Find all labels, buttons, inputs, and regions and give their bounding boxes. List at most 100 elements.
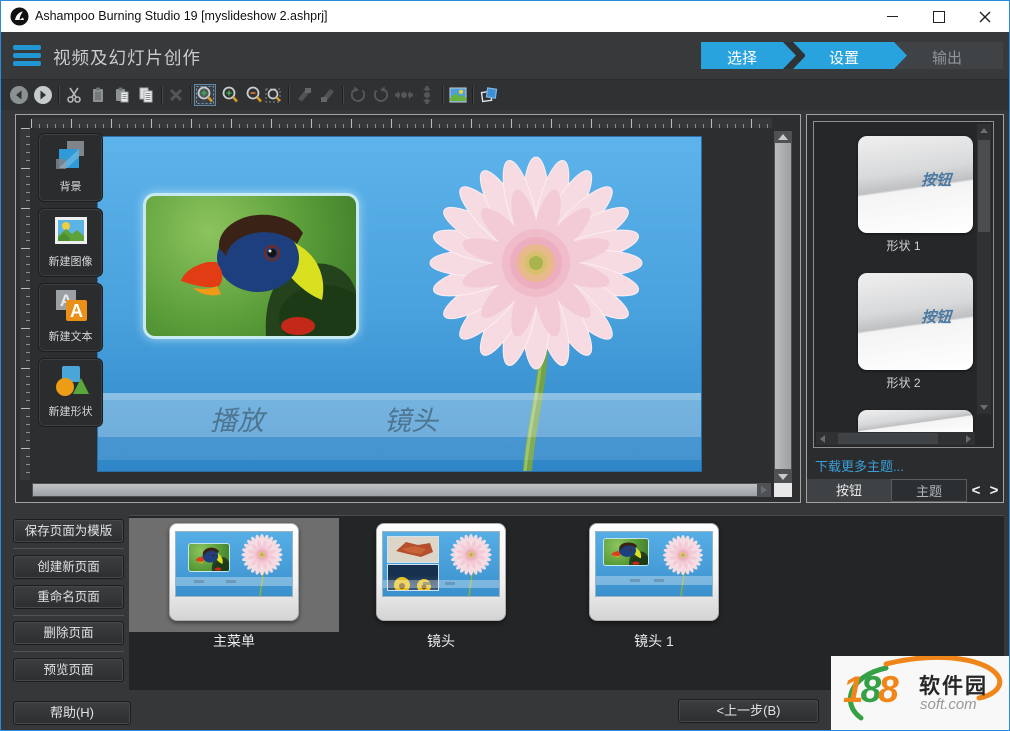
save-page-as-template-button[interactable]: 保存页面为模版 (13, 519, 124, 543)
tool-background-button[interactable]: 背景 (38, 133, 103, 202)
page-preview (595, 531, 713, 597)
page-label: 主菜单 (169, 631, 299, 651)
shape-item-3-partial[interactable] (858, 410, 973, 434)
shapes-panel: 按钮 形状 1 按钮 形状 2 下载更多主题... 按钮 主题 < (806, 114, 1004, 503)
shape-preview-text: 按钮 (921, 169, 951, 190)
maximize-button[interactable] (916, 1, 962, 32)
theme-tabs: 按钮 主题 < > (807, 479, 1003, 502)
rotate-left-button[interactable] (347, 84, 369, 106)
scroll-down-icon[interactable] (778, 474, 788, 480)
menu-hamburger-icon[interactable] (13, 45, 41, 67)
mini-parrot-image (188, 543, 230, 572)
horizontal-scroll-thumb[interactable] (33, 484, 757, 496)
forward-icon (33, 85, 53, 105)
slide-image-parrot[interactable] (143, 193, 359, 339)
ruler-vertical (20, 128, 30, 480)
cut-icon (64, 85, 84, 105)
delete-page-button[interactable]: 删除页面 (13, 621, 124, 645)
page-thumbnail-scene-1[interactable] (589, 523, 719, 621)
toolbar-separator (442, 86, 443, 104)
close-icon (979, 11, 991, 23)
app-window: Ashampoo Burning Studio 19 [myslideshow … (0, 0, 1010, 731)
zoom-selection-icon (195, 85, 215, 105)
arrange-layers-icon (479, 85, 499, 105)
rotate-right-button[interactable] (370, 84, 392, 106)
shape-item-2[interactable]: 按钮 (858, 273, 973, 370)
watermark: 188 软件园 soft.com (831, 656, 1010, 731)
theme-next-icon[interactable]: > (985, 480, 1003, 501)
delete-button[interactable] (165, 84, 187, 106)
tab-themes[interactable]: 主题 (891, 479, 967, 502)
insert-image-button[interactable] (447, 84, 469, 106)
page-preview (175, 531, 293, 597)
tool-label: 新建文本 (39, 328, 102, 344)
shape-list: 按钮 形状 1 按钮 形状 2 (813, 121, 994, 448)
watermark-number: 188 (843, 669, 896, 711)
crop-button[interactable] (293, 84, 315, 106)
page-thumbnail-main-menu[interactable] (169, 523, 299, 621)
vertical-scroll-thumb[interactable] (775, 143, 791, 469)
scroll-right-icon[interactable] (761, 486, 767, 494)
scroll-down-icon[interactable] (980, 405, 988, 410)
tool-new-shape-button[interactable]: 新建形状 (38, 358, 103, 427)
copy-button[interactable] (135, 84, 157, 106)
center-vertical-button[interactable] (416, 84, 438, 106)
slide-canvas[interactable]: 播放 镜头 (97, 136, 702, 472)
zoom-out-button[interactable] (243, 84, 265, 106)
scroll-thumb[interactable] (838, 433, 938, 444)
actions-separator (13, 615, 124, 616)
toolbar-separator (472, 86, 473, 104)
step-settings[interactable]: 设置 (829, 47, 859, 68)
toolbar-separator (58, 86, 59, 104)
shape-preview-text: 按钮 (921, 306, 951, 327)
help-button[interactable]: 帮助(H) (13, 701, 131, 725)
center-horizontal-button[interactable] (393, 84, 415, 106)
tab-buttons[interactable]: 按钮 (807, 479, 891, 502)
menu-band: 播放 镜头 (98, 393, 701, 437)
crop-free-icon (318, 85, 338, 105)
new-shape-icon (52, 362, 90, 400)
zoom-selection-button[interactable] (194, 84, 216, 106)
page-thumbnail-scene[interactable] (376, 523, 506, 621)
back-icon (9, 85, 29, 105)
paste-button[interactable] (87, 84, 109, 106)
scroll-right-icon[interactable] (966, 435, 971, 443)
paste-page-button[interactable] (111, 84, 133, 106)
center-vertical-icon (417, 85, 437, 105)
tool-new-image-button[interactable]: 新建图像 (38, 208, 103, 277)
shape-list-horizontal-scrollbar[interactable] (816, 432, 975, 445)
canvas-horizontal-scrollbar[interactable] (32, 483, 771, 497)
canvas-vertical-scrollbar[interactable] (774, 131, 792, 483)
scroll-corner (774, 483, 792, 497)
window-title: Ashampoo Burning Studio 19 [myslideshow … (35, 9, 328, 23)
tool-new-text-button[interactable]: A A 新建文本 (38, 283, 103, 352)
shape-label-2: 形状 2 (814, 374, 993, 391)
step-select[interactable]: 选择 (727, 47, 757, 68)
crop-free-button[interactable] (317, 84, 339, 106)
zoom-fit-button[interactable] (263, 84, 285, 106)
zoom-in-button[interactable] (219, 84, 241, 106)
arrange-layers-button[interactable] (478, 84, 500, 106)
canvas-panel: 播放 镜头 背景 新建图像 (15, 114, 801, 503)
minimize-button[interactable] (869, 1, 915, 32)
scroll-thumb[interactable] (978, 140, 990, 232)
download-more-themes-link[interactable]: 下载更多主题... (815, 456, 904, 475)
step-output[interactable]: 输出 (932, 47, 962, 68)
shape-item-1[interactable]: 按钮 (858, 136, 973, 233)
back-step-button[interactable]: <上一步(B) (678, 699, 819, 723)
forward-button[interactable] (32, 84, 54, 106)
actions-separator (13, 548, 124, 549)
create-new-page-button[interactable]: 创建新页面 (13, 555, 124, 579)
menu-button-play[interactable]: 播放 (210, 399, 264, 438)
scroll-up-icon[interactable] (980, 128, 988, 133)
cut-button[interactable] (63, 84, 85, 106)
rename-page-button[interactable]: 重命名页面 (13, 585, 124, 609)
shape-list-vertical-scrollbar[interactable] (977, 124, 991, 414)
menu-button-scene[interactable]: 镜头 (384, 399, 438, 438)
close-button[interactable] (962, 1, 1008, 32)
back-button[interactable] (8, 84, 30, 106)
scroll-up-icon[interactable] (778, 134, 788, 140)
scroll-left-icon[interactable] (820, 435, 825, 443)
preview-page-button[interactable]: 预览页面 (13, 658, 124, 682)
theme-prev-icon[interactable]: < (967, 480, 985, 501)
